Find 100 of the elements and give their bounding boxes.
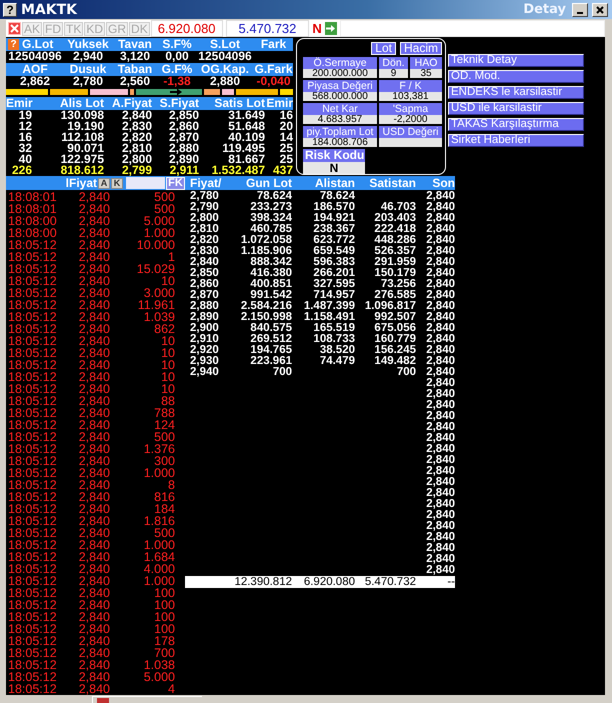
toolbar-button[interactable]: DK xyxy=(129,22,150,36)
minimize-button[interactable] xyxy=(572,2,588,16)
column-header: S.Lot xyxy=(209,38,241,51)
table-cell-text: 18:05:12 xyxy=(7,262,58,274)
column-header: Fark xyxy=(260,38,288,51)
table-cell-text: 2,840 xyxy=(425,399,455,411)
toolbar-button[interactable]: TK xyxy=(64,22,84,36)
field-value: N xyxy=(303,162,365,174)
table-cell-text: 2,840 xyxy=(78,562,110,574)
table-cell-text: 203.403 xyxy=(373,212,416,224)
table-cell-text: 18:05:12 xyxy=(7,322,58,334)
column-header: A.Fiyat xyxy=(110,97,152,110)
table-cell-text: 18:08:01 xyxy=(7,190,58,202)
table-cell-text: 2,890 xyxy=(189,311,220,323)
column-header: Emir xyxy=(6,97,32,110)
table-cell-text: 2,880 xyxy=(189,300,220,312)
toolbar-button[interactable]: KD xyxy=(84,22,106,36)
filter-field[interactable] xyxy=(126,177,165,189)
table-cell-text: 2,840 xyxy=(425,421,455,433)
table-cell-text: 500 xyxy=(153,190,175,202)
table-cell-text: 596.383 xyxy=(312,256,355,268)
table-cell-text: 2,850 xyxy=(168,110,199,121)
toolbar-button[interactable]: FD xyxy=(43,22,64,36)
column-header: Son xyxy=(431,176,455,190)
table-cell-text: 2,810 xyxy=(120,143,152,154)
help-button[interactable]: ? xyxy=(3,2,17,16)
toggle-button[interactable]: Lot xyxy=(371,42,396,55)
field-label: Ö.Sermaye xyxy=(303,57,377,69)
table-cell-text: 18:05:12 xyxy=(7,670,58,682)
table-cell-text: 500 xyxy=(153,526,175,538)
table-cell-text: 1.038 xyxy=(142,658,175,670)
table-cell-text: 18:05:12 xyxy=(7,634,58,646)
table-cell-text: 269.512 xyxy=(249,333,292,345)
table-cell-text: 3,120 xyxy=(118,51,152,62)
table-cell-text: 18:05:12 xyxy=(7,538,58,550)
table-cell-text: 19 xyxy=(18,110,32,121)
table-cell-text: 2,840 xyxy=(78,346,110,358)
table-cell-text: 18:05:12 xyxy=(7,394,58,406)
table-cell-text: 12 xyxy=(18,121,32,132)
menu-button[interactable]: OD. Mod. xyxy=(448,70,584,83)
help-button[interactable]: ? xyxy=(8,39,19,50)
table-cell-text: 18:05:12 xyxy=(7,622,58,634)
bid-total: 6.920.080 xyxy=(150,20,223,37)
table-cell-text: 992.507 xyxy=(373,311,416,323)
table-cell-text: 2,840 xyxy=(425,498,455,510)
menu-button[interactable]: ENDEKS le karsilastir xyxy=(448,86,584,99)
field-value: 184.008.706 xyxy=(303,138,377,147)
table-cell-text: 2,840 xyxy=(78,418,110,430)
table-cell-text: 10 xyxy=(160,382,175,394)
field-value: 568.000.000 xyxy=(303,92,377,101)
column-header: Tavan xyxy=(117,38,153,51)
table-cell-text: 18:05:12 xyxy=(7,298,58,310)
table-cell-text: 150.179 xyxy=(373,267,416,279)
table-cell-text: 5.000 xyxy=(142,670,175,682)
table-cell-text: 18:05:12 xyxy=(7,598,58,610)
table-cell-text: 1.072.058 xyxy=(240,234,292,246)
go-button[interactable] xyxy=(324,22,337,35)
total-cell-text: 1.532.487 xyxy=(210,165,265,176)
toolbar-button[interactable]: AK xyxy=(22,22,42,36)
column-header: Fiyat/ xyxy=(189,176,222,190)
sort-button[interactable]: A xyxy=(98,178,110,188)
table-cell-text: 2,840 xyxy=(78,202,110,214)
taskbar-button[interactable] xyxy=(92,696,202,703)
menu-button[interactable]: USD ile karsilastir xyxy=(448,102,584,115)
filter-button[interactable]: FK xyxy=(166,176,185,190)
table-cell-text: 327.595 xyxy=(312,278,355,290)
column-header: G.Fark xyxy=(254,63,293,76)
sort-button[interactable]: K xyxy=(111,178,123,188)
table-cell-text: 194.921 xyxy=(312,212,355,224)
table-cell-text: 2,840 xyxy=(78,610,110,622)
table-cell-text: 2,840 xyxy=(78,478,110,490)
toolbar-button[interactable]: GR xyxy=(106,22,128,36)
table-cell-text: 1.000 xyxy=(142,574,175,586)
column-header: G.Lot xyxy=(22,38,54,51)
table-cell-text: 2,860 xyxy=(168,121,199,132)
table-cell-text: 2,850 xyxy=(189,267,220,279)
table-cell-text: 2,840 xyxy=(425,344,455,356)
toggle-button[interactable]: Hacim xyxy=(400,42,442,55)
field-value: 4.683.957 xyxy=(303,115,377,124)
arrow-icon xyxy=(326,24,336,33)
table-cell-text: 2,840 xyxy=(425,267,455,279)
table-cell-text: 10 xyxy=(160,346,175,358)
table-cell-text: 32 xyxy=(18,143,32,154)
window-subtitle: Detay xyxy=(523,2,566,17)
table-cell-text: 2,840 xyxy=(78,274,110,286)
menu-button[interactable]: Teknik Detay xyxy=(448,54,584,67)
table-cell-text: 10 xyxy=(160,334,175,346)
field-label: 'Sapma xyxy=(379,103,442,115)
table-cell-text: 18:05:12 xyxy=(7,370,58,382)
flag-indicator: N xyxy=(311,21,323,36)
table-cell-text: 2,560 xyxy=(118,76,152,87)
symbol-field[interactable] xyxy=(340,20,605,37)
table-cell-text: 78.624 xyxy=(256,190,292,202)
table-cell-text: 1.000 xyxy=(142,538,175,550)
table-cell-text: 2,870 xyxy=(168,132,199,143)
table-cell-text: 11.961 xyxy=(136,298,175,310)
table-cell-text: 194.765 xyxy=(249,344,292,356)
menu-button[interactable]: Sirket Haberleri xyxy=(448,134,584,147)
table-cell-text: 18:08:01 xyxy=(7,202,58,214)
menu-button[interactable]: TAKAS Karşılaştırma xyxy=(448,118,584,131)
